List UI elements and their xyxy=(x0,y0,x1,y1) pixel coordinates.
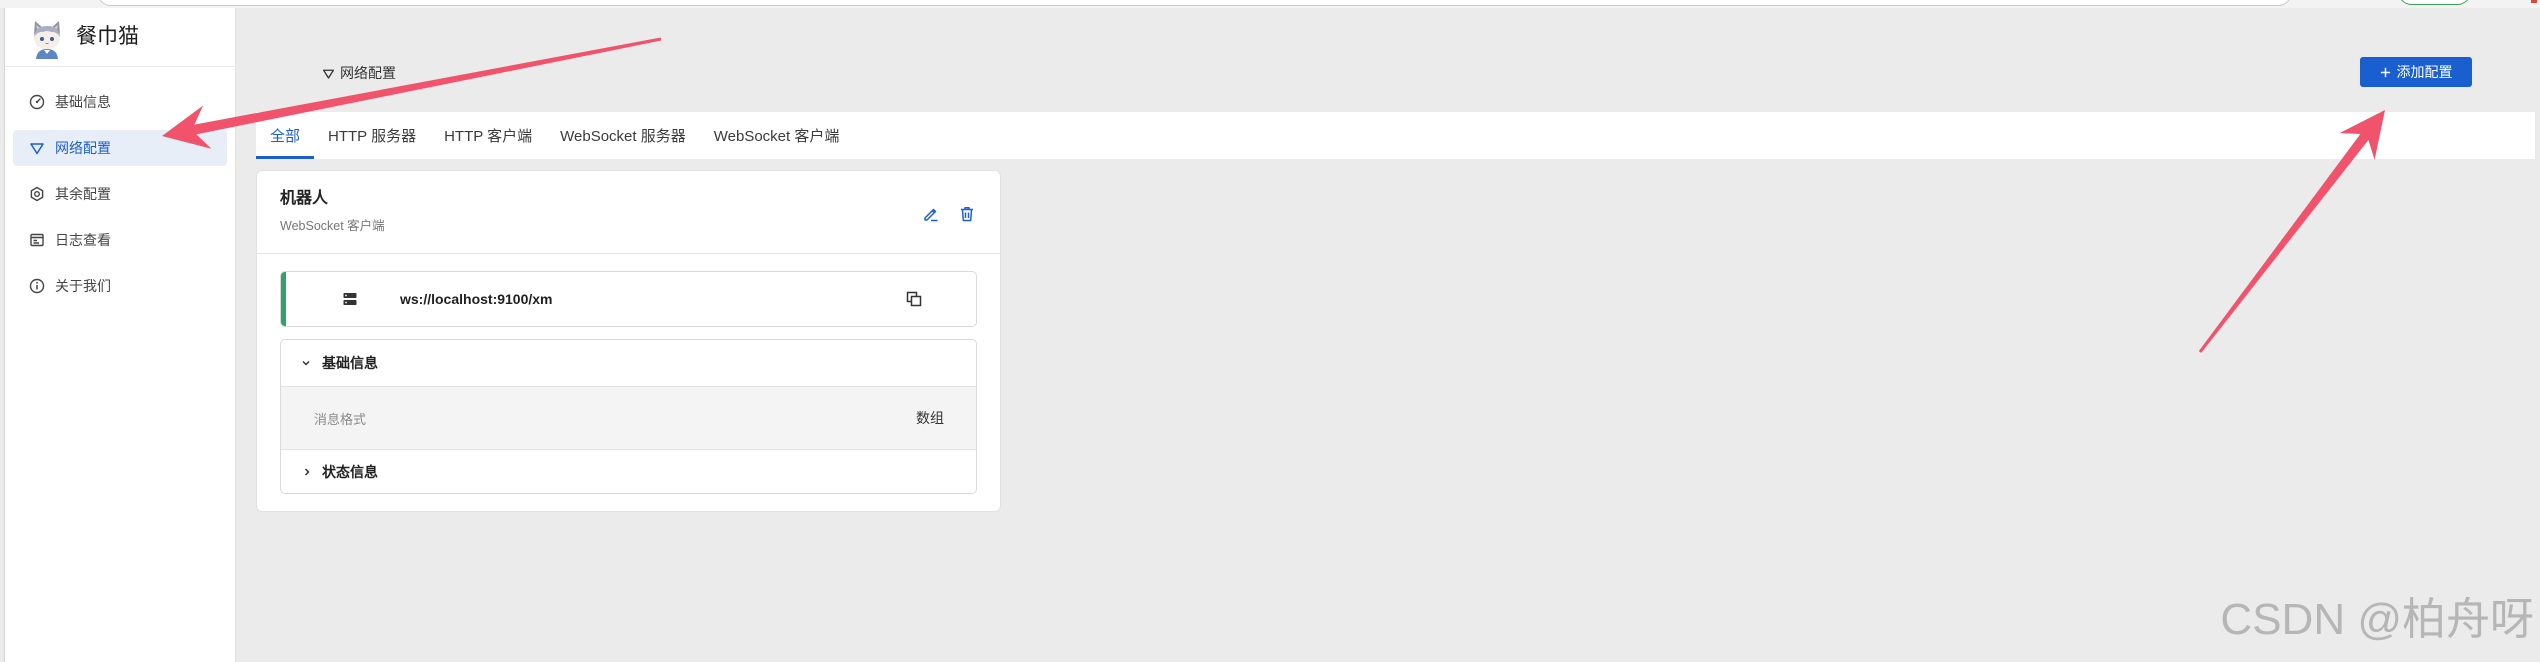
delete-icon[interactable] xyxy=(958,205,976,223)
watermark: CSDN @柏舟呀 xyxy=(2220,595,2534,644)
server-icon xyxy=(342,291,358,307)
tab-all[interactable]: 全部 xyxy=(256,112,315,159)
app-logo[interactable]: 餐巾猫 xyxy=(5,8,235,66)
sidebar-item-about[interactable]: 关于我们 xyxy=(13,268,227,304)
detail-label: 消息格式 xyxy=(314,411,367,427)
tab-websocket-client[interactable]: WebSocket 客户端 xyxy=(700,112,854,159)
sidebar-item-basic-info[interactable]: 基础信息 xyxy=(13,84,227,120)
network-icon xyxy=(322,67,335,80)
sidebar-item-label: 关于我们 xyxy=(55,278,111,294)
tab-websocket-server[interactable]: WebSocket 服务器 xyxy=(546,112,700,159)
status-indicator-bar xyxy=(281,272,286,326)
sidebar-menu: 基础信息 网络配置 其余配置 日志查看 关于我们 xyxy=(13,84,227,304)
copy-icon[interactable] xyxy=(906,291,922,307)
browser-status-pill[interactable] xyxy=(2398,0,2471,5)
cat-avatar-icon xyxy=(29,19,65,59)
plus-icon xyxy=(2380,67,2391,78)
sidebar-item-label: 基础信息 xyxy=(55,94,111,110)
section-title: 状态信息 xyxy=(322,463,378,480)
sidebar-item-label: 日志查看 xyxy=(55,232,111,248)
browser-address-bar[interactable] xyxy=(97,0,2292,6)
sidebar-item-label: 网络配置 xyxy=(55,140,111,156)
section-title: 基础信息 xyxy=(322,355,378,371)
sidebar-item-label: 其余配置 xyxy=(55,186,111,202)
settings-icon xyxy=(29,186,45,202)
page-title-text: 网络配置 xyxy=(340,65,396,81)
page-title: 网络配置 xyxy=(322,64,396,82)
card-subtitle: WebSocket 客户端 xyxy=(280,219,385,233)
section-header-status-info[interactable]: 状态信息 xyxy=(281,449,976,493)
chevron-right-icon xyxy=(302,467,312,477)
sidebar-item-logs[interactable]: 日志查看 xyxy=(13,222,227,258)
network-icon xyxy=(29,140,45,156)
sidebar-item-network-config[interactable]: 网络配置 xyxy=(13,130,227,166)
add-config-button[interactable]: 添加配置 xyxy=(2360,57,2472,87)
info-icon xyxy=(29,278,45,294)
chevron-down-icon xyxy=(301,358,311,368)
tab-http-client[interactable]: HTTP 客户端 xyxy=(430,112,546,159)
detail-value: 数组 xyxy=(916,410,944,426)
sidebar-item-other-config[interactable]: 其余配置 xyxy=(13,176,227,212)
card-divider xyxy=(257,253,1000,254)
section-header-basic-info[interactable]: 基础信息 xyxy=(281,340,976,386)
config-card: 机器人 WebSocket 客户端 ws://localhost:9100/xm… xyxy=(256,170,1001,512)
tab-bar: 全部 HTTP 服务器 HTTP 客户端 WebSocket 服务器 WebSo… xyxy=(256,112,2535,159)
dashboard-icon xyxy=(29,94,45,110)
app-name: 餐巾猫 xyxy=(76,25,139,48)
add-config-button-label: 添加配置 xyxy=(2396,64,2453,80)
endpoint-url: ws://localhost:9100/xm xyxy=(400,291,553,307)
sidebar: 餐巾猫 基础信息 网络配置 其余配置 日志查看 关于我们 xyxy=(4,8,236,662)
tab-http-server[interactable]: HTTP 服务器 xyxy=(314,112,430,159)
details-collapse: 基础信息 消息格式 数组 状态信息 xyxy=(280,339,977,494)
edit-icon[interactable] xyxy=(922,205,940,223)
browser-top-strip xyxy=(0,0,2540,8)
card-title: 机器人 xyxy=(280,190,329,207)
log-icon xyxy=(29,232,45,248)
endpoint-row: ws://localhost:9100/xm xyxy=(280,271,977,327)
browser-indicator xyxy=(2531,0,2537,3)
detail-row: 消息格式 数组 xyxy=(281,386,976,449)
sidebar-divider xyxy=(5,66,235,67)
